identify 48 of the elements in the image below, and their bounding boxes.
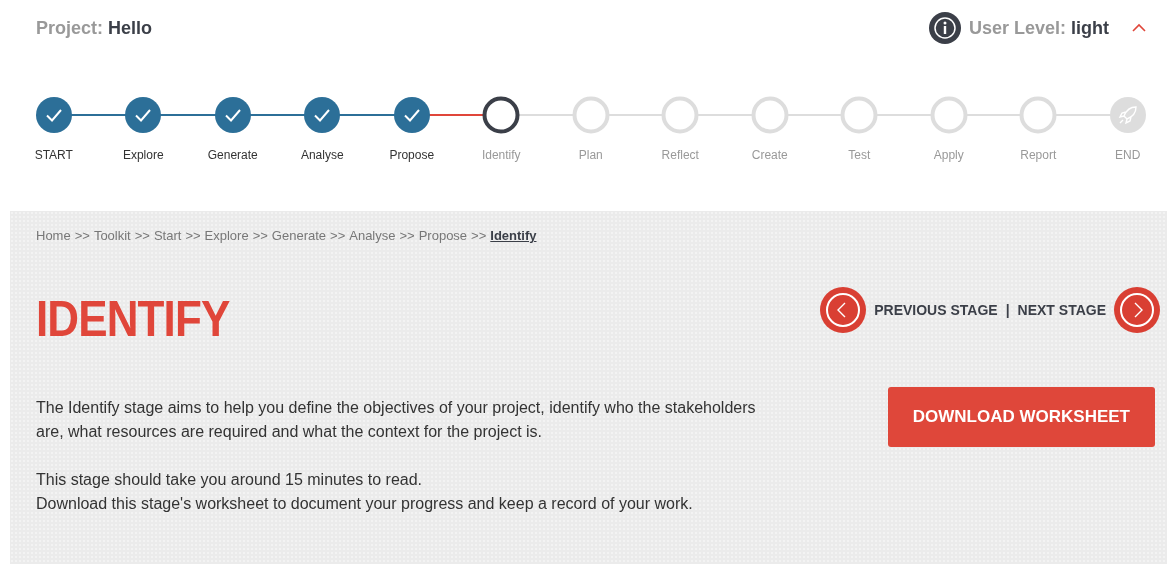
step-circle[interactable]: [482, 96, 521, 134]
breadcrumb-separator: >>: [471, 228, 487, 243]
step-label[interactable]: Explore: [122, 148, 164, 162]
step-label[interactable]: END: [1115, 148, 1141, 162]
check-step-icon[interactable]: [303, 96, 342, 134]
breadcrumb-separator: >>: [185, 228, 201, 243]
breadcrumb-link[interactable]: Start: [153, 228, 182, 243]
breadcrumb-separator: >>: [399, 228, 415, 243]
step-label[interactable]: Plan: [578, 148, 603, 162]
step-label[interactable]: Propose: [389, 148, 435, 162]
user-level: User Level: light: [968, 17, 1109, 39]
check-step-icon[interactable]: [124, 96, 163, 134]
nav-divider: |: [1005, 302, 1010, 318]
step-label[interactable]: Apply: [933, 148, 964, 162]
next-stage-link[interactable]: NEXT STAGE: [1017, 302, 1106, 318]
step-label[interactable]: Create: [751, 148, 788, 162]
check-step-icon[interactable]: [392, 96, 431, 134]
breadcrumb-separator: >>: [134, 228, 150, 243]
download-worksheet-button[interactable]: DOWNLOAD WORKSHEET: [887, 387, 1155, 447]
description-text: This stage should take you around 15 minutes to read.: [36, 470, 423, 490]
breadcrumb-link[interactable]: Propose: [418, 228, 468, 243]
breadcrumb-link[interactable]: Explore: [204, 228, 249, 243]
breadcrumb-link[interactable]: Home: [36, 228, 71, 243]
breadcrumb-link[interactable]: Generate: [271, 228, 327, 243]
check-step-icon[interactable]: [34, 96, 73, 134]
step-label[interactable]: Test: [848, 148, 871, 162]
breadcrumb-separator: >>: [252, 228, 268, 243]
project-title: Project: Hello: [36, 17, 153, 39]
previous-icon[interactable]: [820, 287, 867, 333]
breadcrumb-link[interactable]: Analyse: [349, 228, 396, 243]
page-title: IDENTIFY: [36, 290, 230, 348]
previous-stage-link[interactable]: PREVIOUS STAGE: [874, 302, 998, 318]
step-label[interactable]: Generate: [207, 148, 258, 162]
step-label[interactable]: Analyse: [300, 148, 344, 162]
next-icon[interactable]: [1114, 287, 1160, 333]
step-label[interactable]: Reflect: [661, 148, 699, 162]
breadcrumb-separator: >>: [74, 228, 90, 243]
step-label[interactable]: START: [34, 148, 73, 162]
step-label[interactable]: Identify: [481, 148, 521, 162]
info-icon[interactable]: [928, 12, 961, 44]
breadcrumb-link[interactable]: Identify: [490, 228, 537, 243]
step-label[interactable]: Report: [1020, 148, 1057, 162]
description-text: The Identify stage aims to help you define the objectives of your project, identify who the stakeholders are, what resources are required and what the context for the project is.: [36, 398, 757, 442]
caret-icon[interactable]: [1131, 23, 1147, 33]
check-step-icon[interactable]: [213, 96, 252, 134]
breadcrumb-separator: >>: [330, 228, 346, 243]
description-text: Download this stage's worksheet to document your progress and keep a record of your work.: [36, 494, 694, 514]
breadcrumb-link[interactable]: Toolkit: [93, 228, 131, 243]
